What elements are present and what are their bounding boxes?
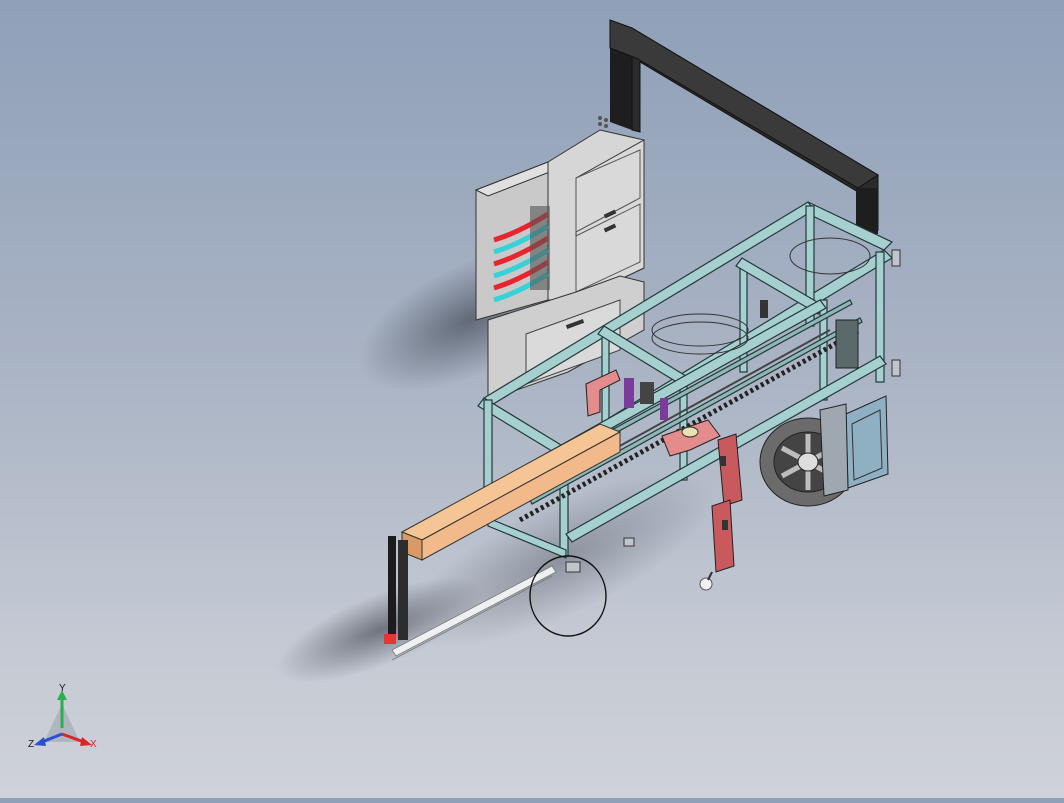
model-viewport[interactable] xyxy=(0,0,1064,798)
z-axis-label: Z xyxy=(28,739,35,750)
y-axis-label: Y xyxy=(59,683,66,694)
overhead-arch xyxy=(609,19,879,234)
machine-model xyxy=(277,19,901,683)
x-axis-label: X xyxy=(90,739,97,750)
side-box xyxy=(819,395,889,497)
coordinate-triad: Y X Z xyxy=(26,682,106,754)
